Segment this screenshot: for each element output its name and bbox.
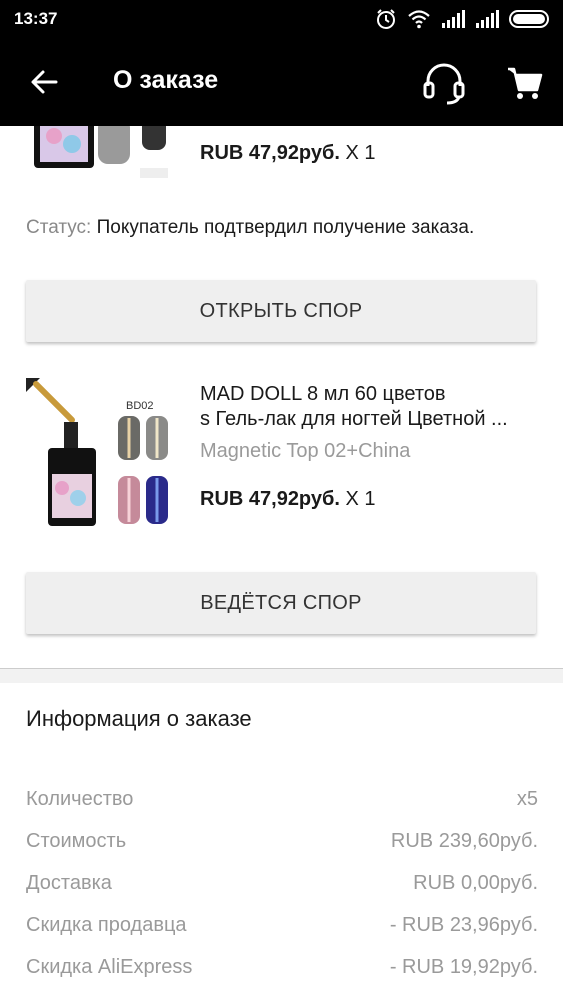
item-quantity-2: X 1 [345, 488, 376, 510]
info-row-seller-discount: Скидка продавца - RUB 23,96руб. [26, 914, 538, 937]
product-title-line-1: MAD DOLL 8 мл 60 цветов [200, 383, 446, 405]
item-2-price-line: RUB 47,92руб. X 1 [200, 488, 376, 511]
product-image-2[interactable]: BD02 [26, 378, 181, 533]
wifi-icon [408, 10, 430, 29]
product-title[interactable]: MAD DOLL 8 мл 60 цветов s Гель-лак для н… [200, 382, 545, 432]
info-label: Количество [26, 788, 134, 810]
battery-icon [509, 10, 549, 28]
headset-icon[interactable] [421, 60, 467, 106]
product-image[interactable] [26, 126, 181, 211]
cart-icon[interactable] [505, 64, 543, 102]
section-gap [0, 669, 563, 683]
item-quantity: X 1 [345, 142, 376, 164]
signal-icon [442, 10, 465, 28]
open-dispute-button[interactable]: ОТКРЫТЬ СПОР [26, 280, 536, 342]
info-row-quantity: Количество x5 [26, 788, 538, 811]
item-price-2: RUB 47,92руб. [200, 488, 340, 510]
info-label: Скидка продавца [26, 914, 187, 936]
info-value: - RUB 19,92руб. [389, 956, 538, 978]
item-price: RUB 47,92руб. [200, 142, 340, 164]
app-bar: О заказе [0, 38, 563, 126]
info-row-cost: Стоимость RUB 239,60руб. [26, 830, 538, 853]
info-value: RUB 239,60руб. [390, 830, 538, 852]
order-details-content[interactable]: RUB 47,92руб. X 1 Статус: Покупатель под… [0, 126, 563, 1000]
info-value: x5 [516, 788, 538, 810]
page-title: О заказе [113, 66, 219, 94]
info-row-aliexpress-discount: Скидка AliExpress - RUB 19,92руб. [26, 956, 538, 979]
info-label: Скидка AliExpress [26, 956, 193, 978]
signal-icon-2 [476, 10, 499, 28]
product-variant: Magnetic Top 02+China [200, 440, 411, 462]
status-label: Статус: [26, 217, 92, 238]
item-1-price-line: RUB 47,92руб. X 1 [200, 142, 376, 165]
info-value: RUB 0,00руб. [413, 872, 538, 894]
info-label: Стоимость [26, 830, 127, 852]
status-bar: 13:37 [0, 0, 563, 38]
status-icons [375, 8, 549, 30]
info-label: Доставка [26, 872, 112, 894]
alarm-icon [377, 9, 395, 29]
info-row-shipping: Доставка RUB 0,00руб. [26, 872, 538, 895]
info-value: - RUB 23,96руб. [389, 914, 538, 936]
product-image-label: BD02 [126, 400, 154, 412]
dispute-in-progress-button[interactable]: ВЕДЁТСЯ СПОР [26, 572, 536, 634]
product-title-line-2: s Гель-лак для ногтей Цветной ... [200, 408, 508, 430]
status-text: Покупатель подтвердил получение заказа. [96, 217, 475, 238]
status-time: 13:37 [14, 9, 58, 28]
item-1-status: Статус: Покупатель подтвердил получение … [26, 214, 546, 241]
back-arrow-icon[interactable] [28, 66, 60, 98]
order-info-title: Информация о заказе [26, 706, 252, 731]
